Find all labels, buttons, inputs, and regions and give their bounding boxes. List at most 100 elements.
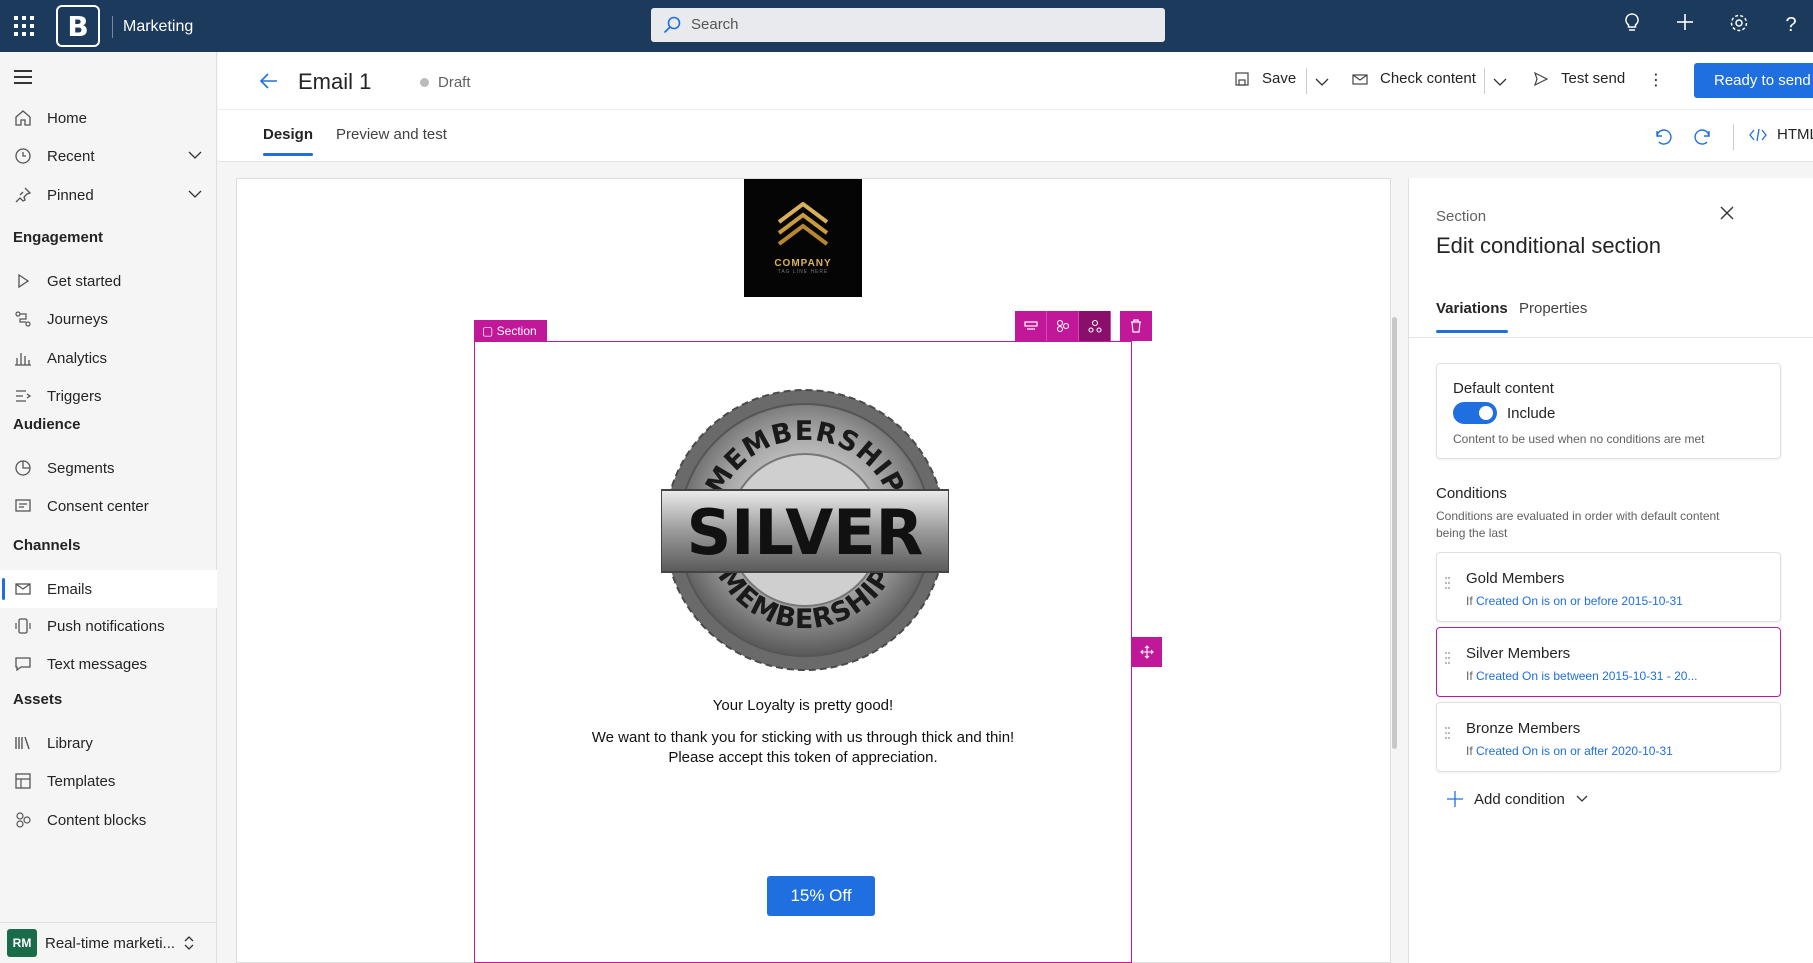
lightbulb-icon[interactable] [1619, 12, 1645, 38]
sidebar-item-templates[interactable]: Templates [0, 762, 217, 800]
sidebar-item-label: Templates [47, 772, 116, 790]
group-assets: Assets [13, 691, 63, 708]
panel-kicker: Section [1436, 208, 1487, 225]
content-blocks-icon [13, 810, 33, 830]
default-content-desc: Content to be used when no conditions ar… [1453, 432, 1705, 446]
sidebar-item-segments[interactable]: Segments [0, 449, 217, 487]
sidebar-item-library[interactable]: Library [0, 724, 217, 762]
brand-logo[interactable]: B [56, 5, 100, 47]
sidebar-item-journeys[interactable]: Journeys [0, 300, 217, 338]
tab-properties[interactable]: Properties [1519, 300, 1587, 317]
pin-icon [13, 185, 33, 205]
close-icon[interactable] [1719, 205, 1735, 221]
condition-rule[interactable]: If Created On is on or after 2020-10-31 [1466, 744, 1673, 758]
environment-switcher[interactable]: RM Real-time marketi... [0, 922, 217, 963]
tab-design[interactable]: Design [263, 126, 314, 156]
tab-preview-and-test[interactable]: Preview and test [336, 126, 447, 143]
help-icon[interactable]: ? [1778, 12, 1804, 38]
condition-card-gold[interactable]: Gold Members If Created On is on or befo… [1436, 552, 1781, 622]
consent-icon [13, 496, 33, 516]
layout-icon[interactable] [1015, 311, 1047, 341]
more-options-icon[interactable]: ⋮ [1648, 70, 1664, 90]
test-send-button[interactable]: Test send [1533, 70, 1625, 87]
save-label: Save [1262, 70, 1297, 87]
drag-handle-icon[interactable] [1445, 577, 1453, 595]
condition-rule-link[interactable]: Created On is on or after 2020-10-31 [1476, 744, 1673, 758]
sidebar-item-label: Home [47, 109, 88, 127]
sidebar-item-text-messages[interactable]: Text messages [0, 645, 217, 683]
environment-label: Real-time marketi... [45, 934, 176, 952]
chevron-down-icon[interactable] [187, 186, 203, 202]
add-condition-button[interactable]: Add condition [1446, 790, 1589, 808]
conditional-icon[interactable] [1079, 311, 1111, 341]
drag-handle-icon[interactable] [1445, 727, 1453, 745]
plus-icon [1447, 791, 1463, 807]
sidebar-item-content-blocks[interactable]: Content blocks [0, 801, 217, 839]
condition-rule-link[interactable]: Created On is on or before 2015-10-31 [1476, 594, 1683, 608]
mail-check-icon [1352, 73, 1368, 85]
chevron-down-icon[interactable] [187, 147, 203, 163]
discount-cta-button[interactable]: 15% Off [767, 876, 875, 916]
sidebar-item-pinned[interactable]: Pinned [0, 176, 217, 214]
undo-icon[interactable] [1652, 127, 1672, 147]
sidebar-item-triggers[interactable]: Triggers [0, 377, 217, 415]
sidebar-item-label: Library [47, 734, 93, 752]
seal-main-text: SILVER [687, 496, 924, 569]
app-name[interactable]: Marketing [112, 16, 193, 38]
email-body-line-1: We want to thank you for sticking with u… [591, 729, 1015, 746]
sidebar-item-get-started[interactable]: Get started [0, 262, 217, 300]
status-badge: Draft [420, 74, 471, 91]
phone-icon [13, 616, 33, 636]
menu-toggle-icon[interactable] [14, 70, 32, 88]
top-bar: B Marketing Search ? [0, 0, 1813, 52]
search-input[interactable]: Search [651, 8, 1165, 42]
condition-rule-link[interactable]: Created On is between 2015-10-31 - 20... [1476, 669, 1697, 683]
save-button[interactable]: Save [1234, 70, 1296, 87]
conditions-title: Conditions [1436, 485, 1507, 502]
email-canvas[interactable]: COMPANY TAG LINE HERE ▢ Section MEMBERSH… [236, 178, 1397, 963]
blocks-icon[interactable] [1047, 311, 1079, 341]
section-toolbar [1015, 311, 1152, 341]
chevron-down-icon[interactable] [1492, 74, 1508, 90]
tab-variations[interactable]: Variations [1436, 300, 1508, 333]
app-launcher-icon[interactable] [12, 14, 36, 38]
clock-icon [13, 146, 33, 166]
sidebar-item-recent[interactable]: Recent [0, 137, 217, 175]
mail-icon [13, 579, 33, 599]
drag-handle-icon[interactable] [1445, 652, 1453, 670]
condition-rule[interactable]: If Created On is between 2015-10-31 - 20… [1466, 669, 1697, 683]
sidebar-item-emails[interactable]: Emails [0, 570, 217, 608]
sidebar-item-home[interactable]: Home [0, 99, 217, 137]
condition-card-bronze[interactable]: Bronze Members If Created On is on or af… [1436, 702, 1781, 772]
company-logo[interactable]: COMPANY TAG LINE HERE [744, 179, 862, 297]
sidebar-item-analytics[interactable]: Analytics [0, 339, 217, 377]
include-toggle[interactable]: Include [1453, 402, 1555, 424]
redo-icon[interactable] [1694, 127, 1714, 147]
email-body-text[interactable]: We want to thank you for sticking with u… [474, 728, 1132, 768]
plus-icon[interactable] [1672, 12, 1698, 38]
email-headline[interactable]: Your Loyalty is pretty good! [474, 697, 1132, 714]
toggle-switch[interactable] [1453, 402, 1497, 424]
sidebar-item-label: Triggers [47, 387, 102, 405]
canvas-scrollbar[interactable] [1392, 317, 1397, 749]
check-content-button[interactable]: Check content [1352, 70, 1476, 87]
move-handle-icon[interactable] [1132, 637, 1162, 667]
html-button[interactable]: HTML [1749, 126, 1813, 143]
condition-rule[interactable]: If Created On is on or before 2015-10-31 [1466, 594, 1683, 608]
condition-card-silver[interactable]: Silver Members If Created On is between … [1436, 627, 1781, 697]
chevron-updown-icon [184, 936, 194, 950]
silver-membership-seal[interactable]: MEMBERSHIP MEMBERSHIP SILVER [661, 386, 949, 674]
gear-icon[interactable] [1726, 12, 1752, 38]
sidebar-item-consent-center[interactable]: Consent center [0, 487, 217, 525]
section-icon: ▢ [482, 324, 497, 338]
toggle-label: Include [1507, 404, 1556, 422]
sidebar-item-label: Text messages [47, 655, 148, 673]
section-label[interactable]: ▢ Section [474, 320, 547, 342]
delete-icon[interactable] [1120, 311, 1152, 341]
ready-to-send-button[interactable]: Ready to send [1694, 63, 1813, 98]
sidebar: Home Recent Pinned Engagement Get starte… [0, 52, 217, 963]
back-arrow-icon[interactable] [258, 70, 280, 92]
chevron-down-icon[interactable] [1314, 74, 1330, 90]
sidebar-item-push-notifications[interactable]: Push notifications [0, 607, 217, 645]
sidebar-item-label: Consent center [47, 497, 149, 515]
